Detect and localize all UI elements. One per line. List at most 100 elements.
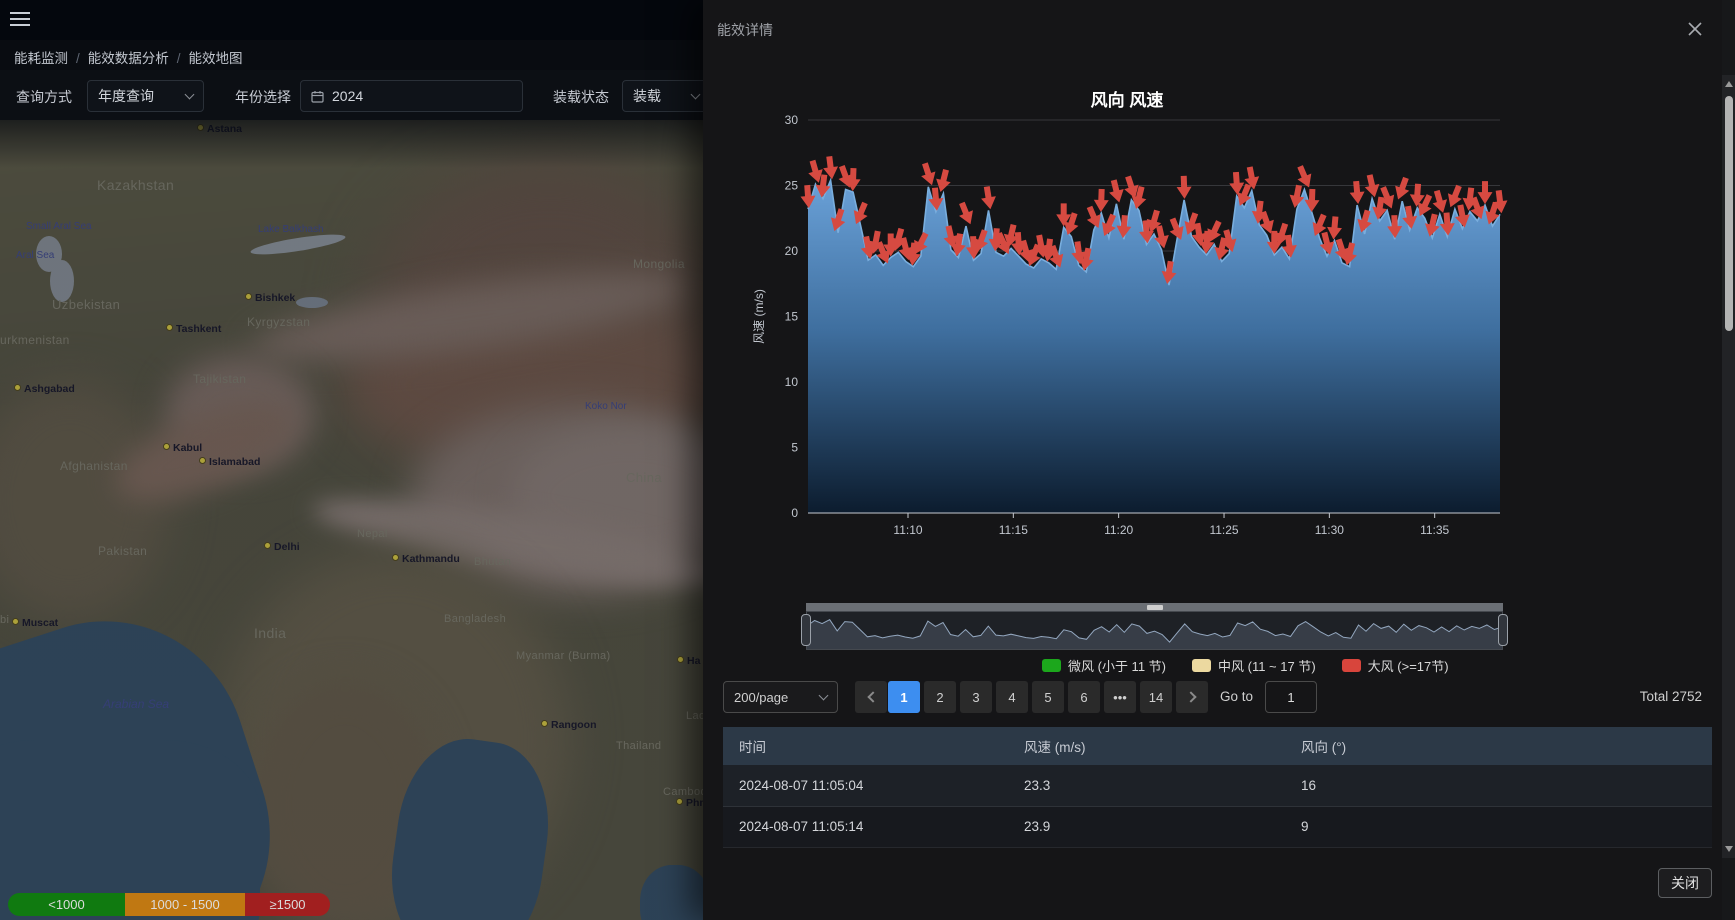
app-root: 能耗监测/能效数据分析/能效地图 查询方式 年度查询 年份选择 2024 装载状… (0, 0, 1735, 920)
legend-item[interactable]: 大风 (>=17节) (1342, 656, 1449, 675)
energy-map[interactable]: KazakhstanMongoliaUzbekistanKyrgyzstanur… (0, 120, 703, 920)
scroll-up-icon[interactable] (1725, 81, 1733, 87)
breadcrumb-item[interactable]: 能效数据分析 (88, 51, 169, 66)
svg-text:11:10: 11:10 (893, 523, 922, 537)
datazoom-right-handle[interactable] (1498, 614, 1508, 646)
scroll-down-icon[interactable] (1725, 846, 1733, 852)
svg-text:风速 (m/s): 风速 (m/s) (752, 289, 766, 344)
svg-text:20: 20 (785, 244, 799, 258)
close-button[interactable]: 关闭 (1658, 868, 1712, 898)
scrollbar (1722, 0, 1735, 920)
map-legend-segment: 1000 - 1500 (125, 893, 245, 916)
table-row[interactable]: 2024-08-07 11:05:1423.99 (723, 806, 1712, 847)
svg-text:11:20: 11:20 (1104, 523, 1133, 537)
svg-text:15: 15 (785, 310, 799, 324)
year-picker[interactable]: 2024 (300, 80, 523, 112)
table-header-row: 时间风速 (m/s)风向 (°) (723, 727, 1712, 765)
svg-text:0: 0 (791, 506, 798, 520)
close-icon[interactable] (1686, 20, 1704, 38)
query-mode-select[interactable]: 年度查询 (87, 80, 204, 112)
scrollbar-track[interactable] (1722, 75, 1735, 858)
page-buttons: 123456•••14 (888, 681, 1172, 713)
scrollbar-thumb[interactable] (1725, 96, 1733, 331)
legend-item[interactable]: 微风 (小于 11 节) (1042, 656, 1166, 675)
datazoom-mini-chart (807, 612, 1502, 649)
svg-text:11:35: 11:35 (1420, 523, 1449, 537)
menu-toggle-icon[interactable] (10, 12, 32, 28)
calendar-icon (311, 90, 324, 103)
load-state-label: 装载状态 (553, 87, 609, 107)
drawer-title: 能效详情 (717, 20, 773, 40)
table-row[interactable]: 2024-08-07 11:05:0423.316 (723, 765, 1712, 806)
table-header-cell: 风速 (m/s) (1008, 727, 1285, 765)
table-cell: 9 (1285, 806, 1712, 847)
svg-text:10: 10 (785, 375, 799, 389)
prev-page-button[interactable] (855, 681, 887, 713)
svg-text:11:30: 11:30 (1315, 523, 1344, 537)
page-size-select[interactable]: 200/page (723, 681, 838, 713)
table-body: 2024-08-07 11:05:0423.3162024-08-07 11:0… (723, 765, 1712, 847)
page-button-1[interactable]: 1 (888, 681, 920, 713)
wind-data-table: 时间风速 (m/s)风向 (°) 2024-08-07 11:05:0423.3… (723, 727, 1712, 848)
svg-text:25: 25 (785, 179, 799, 193)
datazoom-left-handle[interactable] (801, 614, 811, 646)
chevron-down-icon (691, 90, 701, 100)
total-count: Total 2752 (1640, 689, 1702, 704)
detail-drawer: 能效详情 风向 风速 05101520253011:1011:1511:2011… (703, 0, 1722, 920)
page-button-14[interactable]: 14 (1140, 681, 1172, 713)
page-button-6[interactable]: 6 (1068, 681, 1100, 713)
load-state-select[interactable]: 装载 (622, 80, 710, 112)
page-size-value: 200/page (734, 690, 788, 705)
page-ellipsis-button[interactable]: ••• (1104, 681, 1136, 713)
svg-text:5: 5 (791, 441, 798, 455)
datazoom-slider[interactable] (806, 603, 1503, 650)
chart-legend: 微风 (小于 11 节) 中风 (11 ~ 17 节) 大风 (>=17节) (1042, 656, 1449, 675)
legend-swatch (1342, 659, 1361, 672)
chevron-down-icon (185, 90, 195, 100)
goto-page-input[interactable] (1265, 681, 1317, 713)
legend-label: 中风 (11 ~ 17 节) (1218, 656, 1316, 675)
legend-label: 微风 (小于 11 节) (1068, 656, 1166, 675)
breadcrumb-separator: / (76, 51, 80, 66)
breadcrumb: 能耗监测 / 能效数据分析 / 能效地图 (14, 47, 243, 67)
table-header-cell: 时间 (723, 727, 1008, 765)
chevron-right-icon (1185, 691, 1196, 702)
breadcrumb-item[interactable]: 能效地图 (189, 51, 243, 66)
datazoom-preview[interactable] (806, 611, 1503, 650)
legend-swatch (1192, 659, 1211, 672)
datazoom-scroll-track[interactable] (806, 603, 1503, 611)
query-mode-value: 年度查询 (98, 86, 154, 106)
map-legend-segment: ≥1500 (245, 893, 330, 916)
goto-label: Go to (1220, 689, 1253, 704)
load-state-value: 装载 (633, 86, 661, 106)
table-cell: 23.3 (1008, 765, 1285, 806)
year-picker-value: 2024 (332, 88, 363, 104)
table-cell: 2024-08-07 11:05:14 (723, 806, 1008, 847)
svg-text:30: 30 (785, 113, 799, 127)
table-header-cell: 风向 (°) (1285, 727, 1712, 765)
next-page-button[interactable] (1176, 681, 1208, 713)
legend-swatch (1042, 659, 1061, 672)
breadcrumb-separator: / (177, 51, 181, 66)
table-cell: 23.9 (1008, 806, 1285, 847)
year-select-label: 年份选择 (235, 87, 291, 107)
map-legend: <10001000 - 1500≥1500 (8, 893, 330, 916)
legend-label: 大风 (>=17节) (1368, 656, 1449, 675)
page-button-2[interactable]: 2 (924, 681, 956, 713)
map-legend-segment: <1000 (8, 893, 125, 916)
breadcrumb-item[interactable]: 能耗监测 (14, 51, 68, 66)
wind-chart[interactable]: 0 5 10 15 20 25 30 11:10 11:15 11:20 11:25 11:30 11:… (703, 56, 1722, 556)
table-cell: 16 (1285, 765, 1712, 806)
svg-text:11:25: 11:25 (1209, 523, 1238, 537)
query-mode-label: 查询方式 (16, 87, 72, 107)
chevron-left-icon (867, 691, 878, 702)
pagination: 200/page 123456•••14 Go to Total 2752 (703, 681, 1722, 713)
page-button-3[interactable]: 3 (960, 681, 992, 713)
legend-item[interactable]: 中风 (11 ~ 17 节) (1192, 656, 1316, 675)
datazoom-grip[interactable] (1147, 605, 1163, 610)
page-button-4[interactable]: 4 (996, 681, 1028, 713)
table-cell: 2024-08-07 11:05:04 (723, 765, 1008, 806)
page-button-5[interactable]: 5 (1032, 681, 1064, 713)
svg-text:11:15: 11:15 (999, 523, 1028, 537)
modal-mask (0, 120, 703, 920)
